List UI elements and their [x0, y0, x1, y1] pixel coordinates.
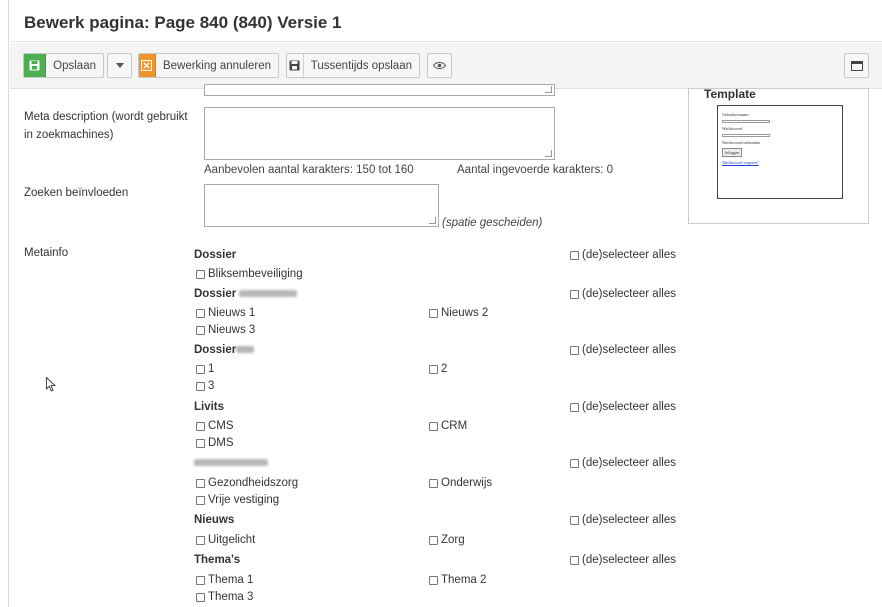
checkbox-item[interactable]: CMS	[196, 420, 234, 432]
redacted-text	[236, 346, 255, 354]
title-bar: Bewerk pagina: Page 840 (840) Versie 1	[10, 0, 882, 42]
checkbox-item[interactable]: Thema 1	[196, 574, 253, 586]
meta-description-label: Meta description (wordt gebruikt in zoek…	[24, 111, 188, 141]
checkbox-item[interactable]: Uitgelicht	[196, 534, 255, 546]
checkbox[interactable]	[570, 345, 579, 355]
checkbox[interactable]	[196, 269, 205, 279]
checkbox[interactable]	[429, 308, 438, 318]
window-icon	[850, 60, 863, 71]
checkbox[interactable]	[570, 555, 579, 565]
fullscreen-button[interactable]	[844, 53, 869, 78]
checkbox-item[interactable]: 1	[196, 363, 214, 375]
checkbox[interactable]	[196, 381, 205, 391]
checkbox-item[interactable]: Onderwijs	[429, 477, 492, 489]
checkbox[interactable]	[196, 478, 205, 488]
save-icon	[24, 54, 47, 77]
template-thumbnail: Gebruikersnaam Wachtwoord Wachtwoord ont…	[717, 105, 843, 199]
checkbox[interactable]	[196, 364, 205, 374]
checkbox-item[interactable]: Zorg	[429, 534, 465, 546]
page-title: Bewerk pagina: Page 840 (840) Versie 1	[24, 13, 342, 32]
template-preview-panel: Template Gebruikersnaam Wachtwoord Wacht…	[688, 87, 869, 224]
checkbox[interactable]	[196, 535, 205, 545]
group-title: Dossier	[194, 344, 255, 356]
checkbox[interactable]	[570, 458, 579, 468]
select-all-toggle[interactable]: (de)selecteer alles	[570, 288, 676, 300]
group-title	[194, 457, 268, 469]
search-influence-label: Zoeken beïnvloeden	[24, 187, 129, 199]
mouse-cursor-icon	[46, 377, 56, 392]
checkbox[interactable]	[196, 308, 205, 318]
meta-description-textarea[interactable]	[204, 107, 555, 160]
select-all-toggle[interactable]: (de)selecteer alles	[570, 457, 676, 469]
checkbox-item[interactable]: Nieuws 1	[196, 307, 255, 319]
group-title: Livits	[194, 401, 225, 413]
select-all-toggle[interactable]: (de)selecteer alles	[570, 514, 676, 526]
recommended-chars-hint: Aanbevolen aantal karakters: 150 tot 160	[204, 164, 414, 176]
checkbox[interactable]	[429, 575, 438, 585]
entered-chars-count: Aantal ingevoerde karakters: 0	[457, 164, 613, 176]
left-border	[0, 0, 9, 607]
interim-save-button[interactable]: Tussentijds opslaan	[286, 53, 420, 78]
edit-form: Meta description (wordt gebruikt in zoek…	[10, 84, 882, 607]
checkbox-item[interactable]: Nieuws 3	[196, 324, 255, 336]
checkbox[interactable]	[196, 421, 205, 431]
preview-button[interactable]	[427, 53, 452, 78]
checkbox[interactable]	[196, 592, 205, 602]
checkbox-item[interactable]: DMS	[196, 437, 234, 449]
checkbox[interactable]	[570, 515, 579, 525]
group-title: Dossier	[194, 288, 298, 300]
select-all-toggle[interactable]: (de)selecteer alles	[570, 249, 676, 261]
checkbox-item[interactable]: 2	[429, 363, 447, 375]
metainfo-label: Metainfo	[24, 247, 69, 259]
checkbox[interactable]	[429, 421, 438, 431]
checkbox-item[interactable]: 3	[196, 380, 214, 392]
checkbox[interactable]	[570, 402, 579, 412]
checkbox[interactable]	[429, 535, 438, 545]
select-all-toggle[interactable]: (de)selecteer alles	[570, 344, 676, 356]
checkbox-item[interactable]: Thema 3	[196, 591, 253, 603]
checkbox[interactable]	[196, 495, 205, 505]
checkbox-item[interactable]: Nieuws 2	[429, 307, 488, 319]
previous-textarea[interactable]	[204, 84, 555, 96]
checkbox[interactable]	[196, 575, 205, 585]
save-button[interactable]: Opslaan	[23, 53, 104, 78]
redacted-text	[194, 459, 268, 467]
cancel-icon	[139, 54, 156, 77]
select-all-toggle[interactable]: (de)selecteer alles	[570, 401, 676, 413]
select-all-toggle[interactable]: (de)selecteer alles	[570, 554, 676, 566]
save-options-dropdown[interactable]	[107, 53, 132, 78]
checkbox-item[interactable]: Gezondheidszorg	[196, 477, 298, 489]
space-separated-hint: (spatie gescheiden)	[442, 217, 543, 229]
cancel-edit-button[interactable]: Bewerking annuleren	[138, 53, 279, 78]
checkbox[interactable]	[570, 289, 579, 299]
checkbox-item[interactable]: CRM	[429, 420, 467, 432]
checkbox[interactable]	[429, 478, 438, 488]
eye-icon	[433, 62, 446, 69]
checkbox-item[interactable]: Thema 2	[429, 574, 486, 586]
chevron-down-icon	[115, 63, 124, 68]
toolbar: Opslaan Bewerking annuleren Tussentijds …	[10, 43, 882, 89]
checkbox[interactable]	[196, 325, 205, 335]
save-icon	[287, 54, 304, 77]
group-title: Nieuws	[194, 514, 235, 526]
checkbox[interactable]	[570, 250, 579, 260]
checkbox[interactable]	[196, 438, 205, 448]
template-title: Template	[704, 87, 756, 101]
checkbox[interactable]	[429, 364, 438, 374]
checkbox-item[interactable]: Bliksembeveiliging	[196, 268, 303, 280]
redacted-text	[239, 290, 298, 298]
group-title: Thema's	[194, 554, 241, 566]
search-influence-textarea[interactable]	[204, 184, 439, 227]
checkbox-item[interactable]: Vrije vestiging	[196, 494, 279, 506]
group-title: Dossier	[194, 249, 237, 261]
